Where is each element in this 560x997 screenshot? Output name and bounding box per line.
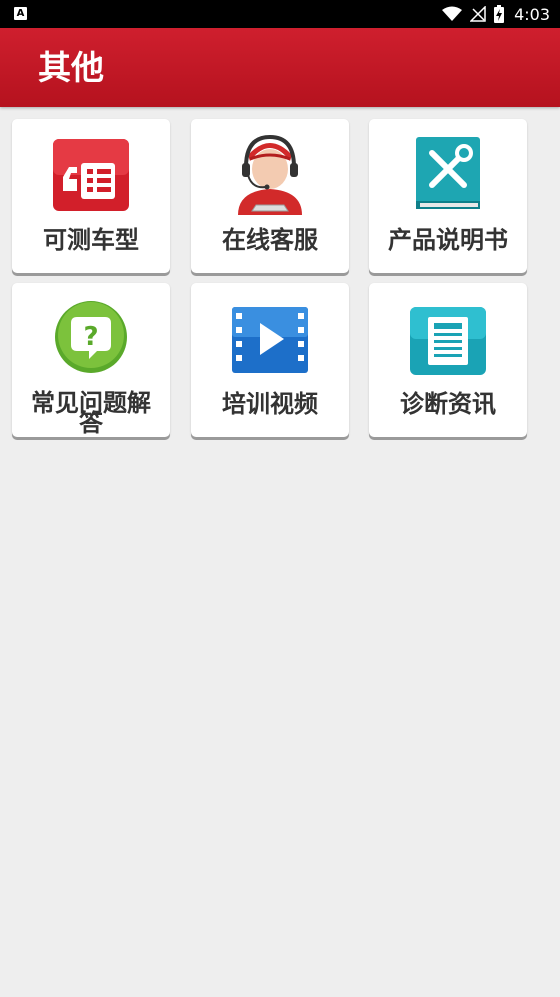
tile-label: 常见问题解答: [31, 389, 151, 437]
question-bubble-icon: ?: [55, 301, 127, 373]
tile-label: 可测车型: [43, 226, 139, 254]
wifi-icon: [442, 6, 463, 21]
status-bar: A 4:03: [0, 0, 560, 28]
app-bar: 其他: [0, 28, 560, 107]
tile-supported-vehicles[interactable]: 可测车型: [12, 119, 170, 273]
tile-online-support[interactable]: 在线客服: [191, 119, 349, 273]
tile-faq[interactable]: ? 常见问题解答: [12, 283, 170, 437]
tile-diagnosis-news[interactable]: 诊断资讯: [369, 283, 527, 437]
page-title: 其他: [38, 48, 104, 87]
clock: 4:03: [514, 4, 550, 24]
customer-service-agent-icon: [238, 134, 302, 215]
no-signal-icon: [470, 6, 486, 22]
notification-icon: A: [14, 7, 27, 20]
tile-training-video[interactable]: 培训视频: [191, 283, 349, 437]
svg-text:?: ?: [83, 322, 98, 352]
car-list-icon: [53, 139, 129, 211]
tile-label: 培训视频: [222, 390, 318, 418]
video-play-icon: [232, 307, 308, 373]
tile-label: 产品说明书: [388, 226, 508, 254]
tile-label: 在线客服: [222, 226, 318, 254]
battery-charging-icon: [494, 5, 505, 23]
tile-product-manual[interactable]: 产品说明书: [369, 119, 527, 273]
manual-book-icon: [416, 137, 480, 209]
tile-label: 诊断资讯: [400, 390, 496, 418]
news-document-icon: [410, 307, 486, 375]
